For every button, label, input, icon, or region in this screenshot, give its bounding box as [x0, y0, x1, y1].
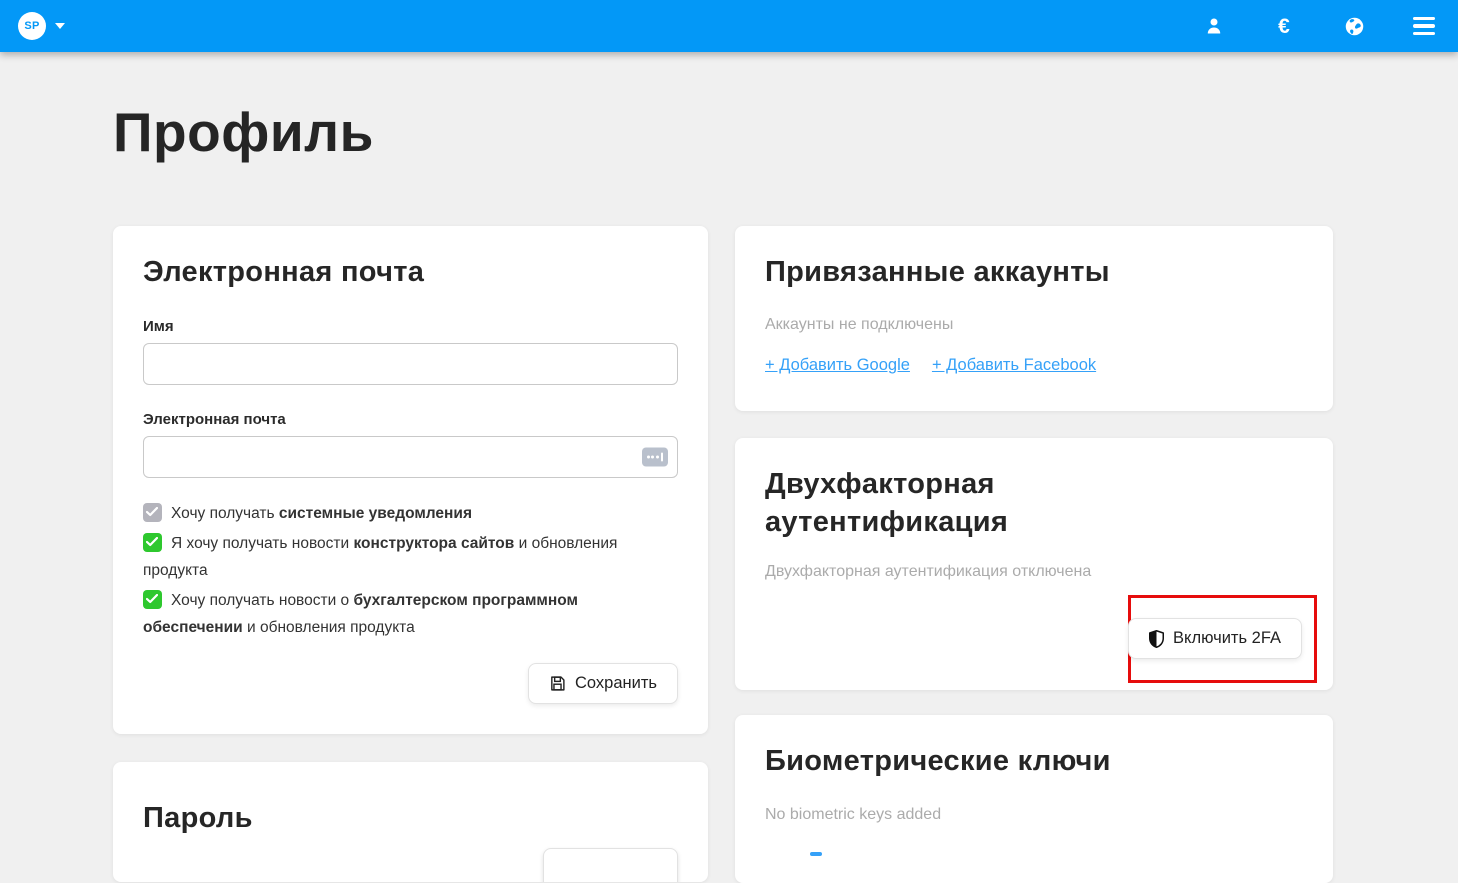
chevron-down-icon	[55, 23, 65, 29]
biometric-card: Биометрические ключи No biometric keys a…	[735, 715, 1333, 883]
right-column: Привязанные аккаунты Аккаунты не подключ…	[735, 226, 1333, 883]
shield-icon	[1149, 630, 1164, 648]
linked-accounts-status: Аккаунты не подключены	[765, 316, 1303, 334]
page-title: Профиль	[113, 100, 374, 164]
checkbox-row-system-notifications: Хочу получать системные уведомления	[143, 500, 678, 527]
topbar-actions: €	[1202, 14, 1440, 38]
name-input[interactable]	[143, 343, 678, 385]
menu-icon[interactable]	[1412, 14, 1436, 38]
checkbox-label-text: и обновления продукта	[243, 619, 415, 636]
euro-symbol: €	[1278, 16, 1290, 37]
user-icon[interactable]	[1202, 14, 1226, 38]
password-card: Пароль	[113, 762, 708, 882]
save-button[interactable]: Сохранить	[528, 663, 678, 704]
change-password-button-partial[interactable]	[543, 848, 678, 882]
left-column: Электронная почта Имя Электронная почта …	[113, 226, 708, 882]
add-google-link[interactable]: + Добавить Google	[765, 356, 910, 375]
linked-accounts-card: Привязанные аккаунты Аккаунты не подключ…	[735, 226, 1333, 411]
twofa-status: Двухфакторная аутентификация отключена	[765, 563, 1303, 581]
notification-checkboxes: Хочу получать системные уведомления Я хо…	[143, 500, 678, 642]
checkbox-label-text: Хочу получать новости о	[171, 592, 353, 609]
password-card-title: Пароль	[143, 800, 678, 838]
globe-icon[interactable]	[1342, 14, 1366, 38]
linked-accounts-title: Привязанные аккаунты	[765, 254, 1303, 292]
email-label: Электронная почта	[143, 411, 678, 428]
email-card-title: Электронная почта	[143, 254, 678, 292]
save-floppy-icon	[549, 675, 566, 692]
euro-icon[interactable]: €	[1272, 14, 1296, 38]
top-navigation-bar: SP €	[0, 0, 1458, 52]
email-card: Электронная почта Имя Электронная почта …	[113, 226, 708, 734]
checkbox-label-bold: системные уведомления	[279, 505, 472, 522]
add-facebook-link[interactable]: + Добавить Facebook	[932, 356, 1096, 375]
checkbox-label-text: Я хочу получать новости	[171, 535, 353, 552]
twofa-title: Двухфакторная аутентификация	[765, 466, 1185, 541]
enable-2fa-label: Включить 2FA	[1173, 629, 1281, 648]
biometric-status: No biometric keys added	[765, 806, 1303, 824]
avatar[interactable]: SP	[18, 12, 46, 40]
add-biometric-key-link-partial[interactable]	[810, 852, 822, 856]
checkbox-row-accounting-news: Хочу получать новости о бухгалтерском пр…	[143, 587, 678, 641]
checkbox-label-bold: конструктора сайтов	[353, 535, 514, 552]
name-label: Имя	[143, 318, 678, 335]
checkbox-accounting-news[interactable]	[143, 590, 162, 609]
biometric-title: Биометрические ключи	[765, 743, 1303, 781]
checkbox-label-text: Хочу получать	[171, 505, 279, 522]
autofill-icon[interactable]	[642, 447, 668, 466]
enable-2fa-button[interactable]: Включить 2FA	[1128, 618, 1302, 659]
twofa-card: Двухфакторная аутентификация Двухфакторн…	[735, 438, 1333, 690]
checkbox-system-notifications[interactable]	[143, 503, 162, 522]
avatar-initials: SP	[24, 20, 39, 32]
email-input[interactable]	[143, 436, 678, 478]
checkbox-row-sitebuilder-news: Я хочу получать новости конструктора сай…	[143, 530, 678, 584]
account-menu[interactable]: SP	[18, 12, 65, 40]
save-button-label: Сохранить	[575, 674, 657, 693]
checkbox-sitebuilder-news[interactable]	[143, 533, 162, 552]
